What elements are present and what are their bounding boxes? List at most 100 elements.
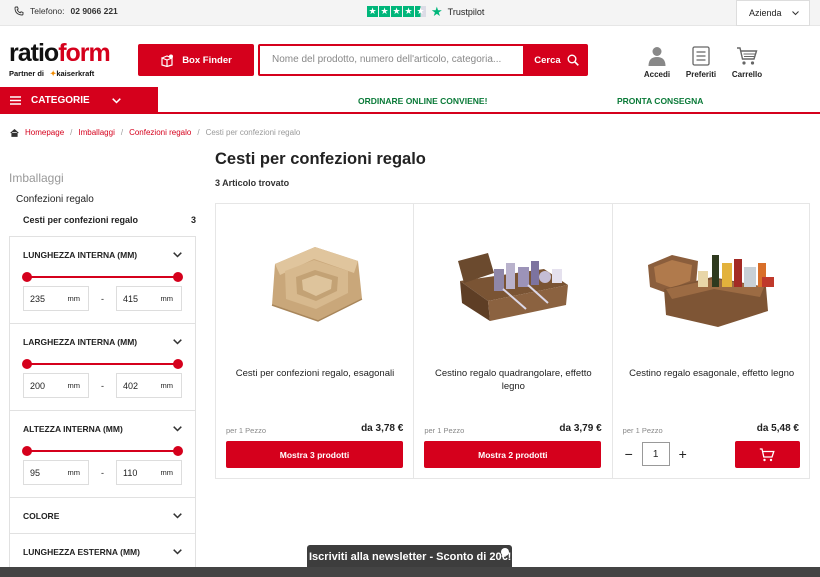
- partner-brand: kaiserkraft: [56, 69, 95, 78]
- plus-icon[interactable]: +: [677, 446, 689, 462]
- nav-link-ordinare-online[interactable]: ORDINARE ONLINE CONVIENE!: [358, 96, 487, 106]
- filter-header[interactable]: LUNGHEZZA ESTERNA (MM): [23, 534, 182, 569]
- slider-max-handle[interactable]: [173, 272, 183, 282]
- star-icon: ★: [391, 6, 402, 17]
- box-finder-label: Box Finder: [182, 54, 232, 66]
- close-icon[interactable]: [501, 548, 509, 556]
- cart-label: Carrello: [731, 70, 763, 79]
- range-max-input[interactable]: 415 mm: [116, 286, 182, 311]
- breadcrumb: Homepage / Imballaggi / Confezioni regalo /…: [10, 128, 300, 137]
- minus-icon[interactable]: −: [623, 446, 635, 462]
- breadcrumb-confezioni-regalo[interactable]: Confezioni regalo: [129, 128, 191, 137]
- unit-label: mm: [67, 468, 81, 477]
- range-max-input[interactable]: 402 mm: [116, 373, 182, 398]
- main-nav: CATEGORIE ORDINARE ONLINE CONVIENE! PRON…: [0, 87, 820, 114]
- filter-altezza-interna: ALTEZZA INTERNA (MM) 95 mm - 110 mm: [9, 411, 196, 498]
- page-title: Cesti per confezioni regalo: [215, 150, 426, 168]
- trustpilot-label: Trustpilot: [447, 6, 485, 17]
- filter-larghezza-interna: LARGHEZZA INTERNA (MM) 200 mm - 402 mm: [9, 324, 196, 411]
- sidebar-category-item[interactable]: Cesti per confezioni regalo 3: [23, 215, 196, 225]
- add-to-cart-button[interactable]: [734, 441, 800, 468]
- half-star-icon: ★: [415, 6, 426, 17]
- filter-label: LARGHEZZA INTERNA (MM): [23, 336, 138, 347]
- slider-max-handle[interactable]: [173, 359, 183, 369]
- range-min-input[interactable]: 235 mm: [23, 286, 89, 311]
- azienda-dropdown[interactable]: Azienda: [736, 0, 810, 26]
- filter-lunghezza-interna: LUNGHEZZA INTERNA (MM) 235 mm - 415 mm: [9, 236, 196, 324]
- product-card[interactable]: Cesti per confezioni regalo, esagonali p…: [216, 204, 415, 478]
- breadcrumb-homepage[interactable]: Homepage: [25, 128, 64, 137]
- product-grid: Cesti per confezioni regalo, esagonali p…: [215, 203, 810, 479]
- chevron-down-icon: [173, 512, 182, 519]
- phone-number[interactable]: 02 9066 221: [71, 6, 118, 16]
- show-products-button[interactable]: Mostra 2 prodotti: [424, 441, 602, 468]
- unit-label: mm: [160, 468, 174, 477]
- filter-header[interactable]: COLORE: [23, 498, 182, 533]
- logo-text-form: form: [58, 39, 111, 67]
- breadcrumb-imballaggi[interactable]: Imballaggi: [78, 128, 114, 137]
- filter-header[interactable]: LARGHEZZA INTERNA (MM): [23, 324, 182, 359]
- chevron-down-icon: [173, 548, 182, 555]
- search-icon: [567, 54, 579, 66]
- newsletter-banner[interactable]: Iscriviti alla newsletter - Sconto di 20…: [307, 545, 512, 569]
- slider-min-handle[interactable]: [22, 359, 32, 369]
- top-bar: Telefono: 02 9066 221 ★ ★ ★ ★ ★ ★ Trustp…: [0, 0, 820, 26]
- user-icon: [648, 47, 666, 66]
- home-icon: [10, 128, 19, 137]
- unit-label: mm: [67, 381, 81, 390]
- chevron-down-icon: [792, 10, 799, 15]
- account-label: Accedi: [643, 70, 671, 79]
- filter-header[interactable]: ALTEZZA INTERNA (MM): [23, 411, 182, 446]
- slider-min-handle[interactable]: [22, 272, 32, 282]
- categories-menu-button[interactable]: CATEGORIE: [0, 87, 158, 114]
- search-button[interactable]: Cerca: [525, 44, 588, 76]
- filter-label: COLORE: [23, 510, 60, 521]
- chevron-down-icon: [173, 425, 182, 432]
- search-input[interactable]: Nome del prodotto, numero dell'articolo,…: [258, 44, 525, 76]
- favorites-button[interactable]: Preferiti: [676, 44, 726, 79]
- azienda-label: Azienda: [749, 8, 782, 18]
- nav-link-pronta-consegna[interactable]: PRONTA CONSEGNA: [617, 96, 703, 106]
- star-icon: ★: [403, 6, 414, 17]
- product-price: da 3,78 €: [361, 423, 404, 434]
- range-slider[interactable]: [22, 446, 183, 456]
- phone-info[interactable]: Telefono: 02 9066 221: [14, 6, 118, 16]
- quantity-input[interactable]: 1: [641, 442, 670, 466]
- product-image[interactable]: [236, 229, 394, 339]
- trustpilot-rating[interactable]: ★ ★ ★ ★ ★ ★ Trustpilot: [367, 5, 485, 18]
- range-min-value: 95: [30, 467, 41, 478]
- range-min-input[interactable]: 95 mm: [23, 460, 89, 485]
- product-card[interactable]: Cestino regalo esagonale, effetto legno …: [613, 204, 809, 478]
- results-count: 3 Articolo trovato: [215, 178, 290, 188]
- cart-button[interactable]: Carrello: [722, 44, 772, 79]
- sidebar-title[interactable]: Imballaggi: [9, 171, 64, 185]
- range-slider[interactable]: [22, 359, 183, 369]
- rating-stars: ★ ★ ★ ★ ★: [367, 6, 426, 17]
- range-max-input[interactable]: 110 mm: [116, 460, 182, 485]
- product-image[interactable]: [434, 229, 592, 339]
- slider-min-handle[interactable]: [22, 446, 32, 456]
- slider-max-handle[interactable]: [173, 446, 183, 456]
- product-unit: per 1 Pezzo: [424, 426, 465, 435]
- search-button-label: Cerca: [534, 54, 561, 66]
- product-image[interactable]: [633, 229, 791, 339]
- product-name[interactable]: Cestino regalo esagonale, effetto legno: [623, 368, 801, 381]
- favorites-list-icon: [692, 46, 710, 66]
- star-icon: ★: [379, 6, 390, 17]
- show-products-button[interactable]: Mostra 3 prodotti: [226, 441, 403, 468]
- phone-icon: [14, 6, 24, 16]
- cart-icon: [759, 447, 775, 461]
- box-finder-button[interactable]: Box Finder: [138, 44, 254, 76]
- chevron-down-icon: [111, 97, 121, 104]
- site-logo[interactable]: ratioform Partner di ✦kaiserkraft: [9, 39, 111, 79]
- unit-label: mm: [67, 294, 81, 303]
- product-name[interactable]: Cestino regalo quadrangolare, effetto le…: [424, 368, 602, 393]
- filter-header[interactable]: LUNGHEZZA INTERNA (MM): [23, 237, 182, 272]
- range-slider[interactable]: [22, 272, 183, 282]
- product-card[interactable]: Cestino regalo quadrangolare, effetto le…: [414, 204, 613, 478]
- account-button[interactable]: Accedi: [632, 44, 682, 79]
- range-min-input[interactable]: 200 mm: [23, 373, 89, 398]
- filter-label: ALTEZZA INTERNA (MM): [23, 423, 123, 434]
- product-name[interactable]: Cesti per confezioni regalo, esagonali: [226, 368, 404, 381]
- sidebar-subtitle[interactable]: Confezioni regalo: [16, 194, 94, 205]
